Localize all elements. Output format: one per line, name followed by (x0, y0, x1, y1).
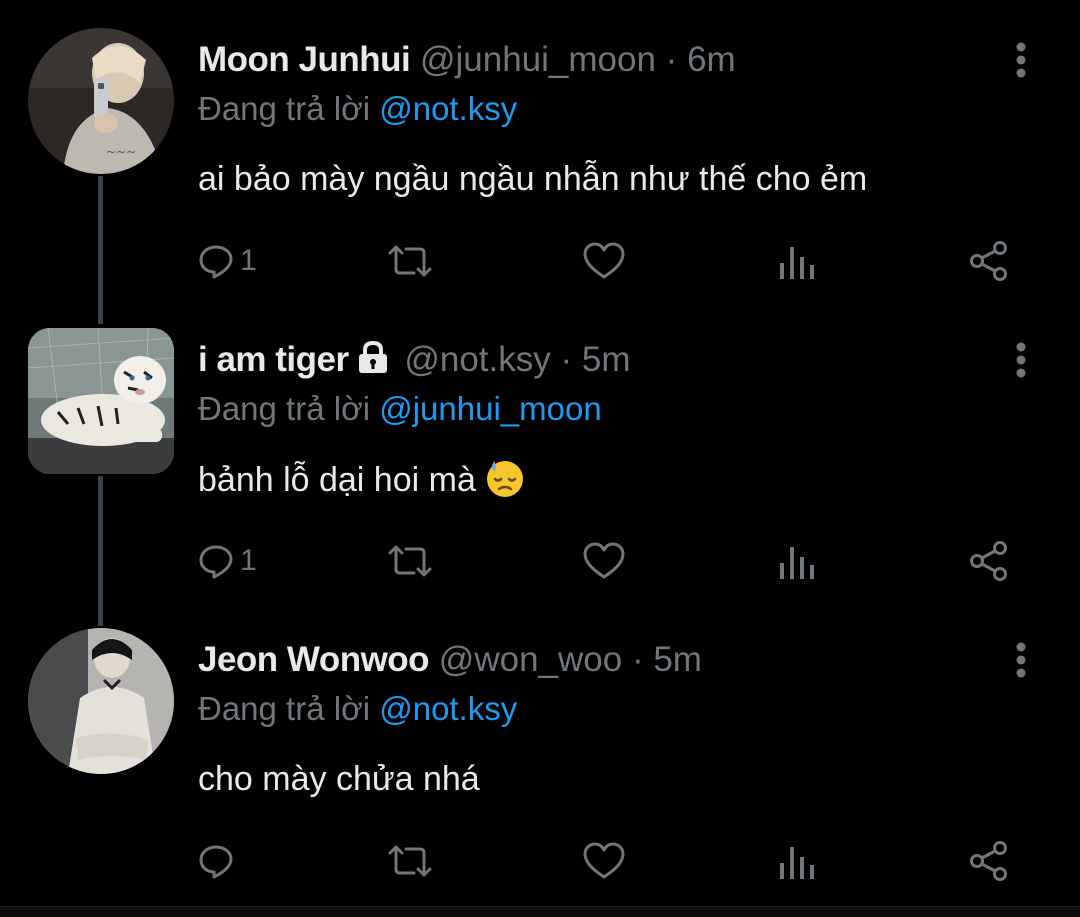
retweet-button[interactable] (386, 838, 434, 884)
avatar[interactable] (28, 328, 174, 474)
reply-button[interactable] (198, 838, 240, 884)
avatar[interactable]: ~~~ (28, 28, 174, 174)
downcast-face-with-sweat-icon (484, 457, 526, 510)
retweet-icon (388, 845, 432, 877)
tweet[interactable]: Jeon Wonwoo @won_woo · 5m Đang trả lời @… (0, 600, 1080, 900)
views-icon (780, 547, 814, 579)
timestamp[interactable]: 6m (687, 40, 736, 79)
display-name[interactable]: i am tiger (198, 340, 349, 379)
retweet-button[interactable] (386, 238, 434, 284)
share-button[interactable] (968, 838, 1010, 884)
like-icon (583, 242, 625, 279)
tweet-header: Moon Junhui @junhui_moon · 6m (198, 38, 736, 82)
separator: · (665, 40, 678, 79)
replying-to: Đang trả lời @not.ksy (198, 687, 517, 731)
tweet[interactable]: ~~~ Moon Junhui @junhui_moon · 6m Đang t… (0, 0, 1080, 300)
reply-count: 1 (240, 544, 257, 577)
like-button[interactable] (582, 838, 626, 884)
views-button[interactable] (776, 838, 816, 884)
more-icon[interactable] (1004, 638, 1038, 682)
tweet[interactable]: i am tiger @not.ksy · 5m Đang trả lời @j… (0, 300, 1080, 600)
svg-text:~~~: ~~~ (106, 145, 136, 159)
mention-link[interactable]: @not.ksy (379, 90, 517, 127)
reply-icon (199, 245, 233, 279)
timestamp[interactable]: 5m (582, 340, 631, 379)
reply-prefix: Đang trả lời (198, 90, 371, 127)
replying-to: Đang trả lời @not.ksy (198, 87, 517, 131)
lock-icon (355, 340, 391, 385)
user-handle[interactable]: @won_woo (439, 640, 622, 679)
separator: · (560, 340, 573, 379)
like-button[interactable] (582, 238, 626, 284)
user-handle[interactable]: @not.ksy (404, 340, 550, 379)
action-bar: 1 (198, 538, 1038, 584)
timestamp[interactable]: 5m (653, 640, 702, 679)
reply-icon (199, 845, 233, 879)
avatar-photo-person-sitting (28, 628, 174, 774)
like-icon (583, 842, 625, 879)
action-bar: 1 (198, 238, 1038, 284)
views-icon (780, 247, 814, 279)
like-button[interactable] (582, 538, 626, 584)
retweet-button[interactable] (386, 538, 434, 584)
replying-to: Đang trả lời @junhui_moon (198, 387, 602, 431)
avatar-photo-white-tiger (28, 328, 174, 474)
share-icon (970, 841, 1007, 881)
views-icon (780, 847, 814, 879)
tweet-text-content: bảnh lỗ dại hoi mà (198, 461, 476, 499)
display-name[interactable]: Jeon Wonwoo (198, 640, 430, 679)
views-button[interactable] (776, 538, 816, 584)
action-bar (198, 838, 1038, 884)
separator: · (631, 640, 644, 679)
retweet-icon (388, 545, 432, 577)
share-button[interactable] (968, 538, 1010, 584)
share-icon (970, 541, 1007, 581)
reply-prefix: Đang trả lời (198, 690, 371, 727)
bottom-divider (0, 906, 1080, 917)
more-icon[interactable] (1004, 38, 1038, 82)
reply-button[interactable]: 1 (198, 538, 257, 584)
reply-button[interactable]: 1 (198, 238, 257, 284)
avatar[interactable] (28, 628, 174, 774)
avatar-photo-mirror-selfie: ~~~ (28, 28, 174, 174)
tweet-text: cho mày chửa nhá (198, 760, 480, 798)
like-icon (583, 542, 625, 579)
reply-count: 1 (240, 244, 257, 277)
tweet-text: bảnh lỗ dại hoi mà (198, 457, 526, 510)
retweet-icon (388, 245, 432, 277)
mention-link[interactable]: @junhui_moon (379, 390, 601, 427)
display-name[interactable]: Moon Junhui (198, 40, 411, 79)
share-button[interactable] (968, 238, 1010, 284)
reply-prefix: Đang trả lời (198, 390, 371, 427)
tweet-header: Jeon Wonwoo @won_woo · 5m (198, 638, 702, 682)
views-button[interactable] (776, 238, 816, 284)
share-icon (970, 241, 1007, 281)
reply-icon (199, 545, 233, 579)
tweet-header: i am tiger @not.ksy · 5m (198, 338, 631, 385)
more-icon[interactable] (1004, 338, 1038, 382)
user-handle[interactable]: @junhui_moon (420, 40, 656, 79)
tweet-text: ai bảo mày ngầu ngầu nhẫn như thế cho ẻm (198, 160, 868, 198)
mention-link[interactable]: @not.ksy (379, 690, 517, 727)
